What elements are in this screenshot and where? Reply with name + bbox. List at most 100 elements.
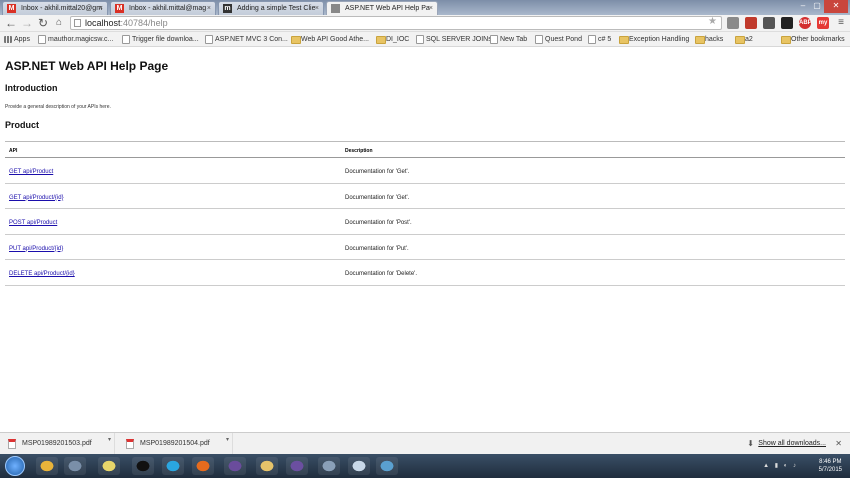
tab-close-icon[interactable]: × [207, 2, 211, 15]
download-filename: MSP01989201503.pdf [22, 440, 92, 447]
show-all-downloads-link[interactable]: ⬇ Show all downloads... [747, 433, 826, 455]
tab-close-icon[interactable]: × [99, 2, 103, 15]
product-heading: Product [5, 120, 40, 130]
tab-title: Adding a simple Test Clie [237, 5, 316, 12]
tab-close-icon[interactable]: × [429, 2, 433, 15]
address-bar[interactable]: localhost:40784/help [70, 16, 722, 30]
tab-title: ASP.NET Web API Help Pa [345, 5, 430, 12]
api-link[interactable]: POST api/Product [9, 220, 57, 226]
gmail-icon: M [7, 4, 16, 13]
api-description: Documentation for 'Put'. [345, 245, 409, 252]
network-icon[interactable] [64, 457, 86, 475]
api-table: API Description GET api/Product Documenta… [5, 141, 845, 286]
download-filename: MSP01989201504.pdf [140, 440, 210, 447]
minimize-button[interactable]: – [796, 0, 810, 13]
tab-title: Inbox - akhil.mittal@mag [129, 5, 207, 12]
close-window-button[interactable]: ✕ [824, 0, 848, 13]
api-link[interactable]: DELETE api/Product/{id} [9, 271, 75, 277]
table-row: DELETE api/Product/{id} Documentation for… [5, 260, 845, 286]
chrome-icon[interactable] [36, 457, 58, 475]
bookmark-item[interactable]: DI_IOC [376, 32, 409, 47]
gmail-icon: M [115, 4, 124, 13]
bookmark-item[interactable]: Quest Pond [535, 32, 582, 47]
api-link[interactable]: GET api/Product [9, 169, 53, 175]
page-title: ASP.NET Web API Help Page [5, 59, 169, 73]
menu-icon[interactable]: ≡ [834, 16, 848, 30]
bookmark-item[interactable]: a2 [735, 32, 753, 47]
api-column-header: API [9, 148, 18, 154]
description-column-header: Description [345, 148, 373, 154]
table-row: GET api/Product/{id} Documentation for 'G… [5, 184, 845, 209]
tab-4[interactable]: ASP.NET Web API Help Pa × [326, 1, 438, 15]
tools-icon[interactable] [318, 457, 340, 475]
bookmark-item[interactable]: Exception Handling [619, 32, 689, 47]
firefox-icon[interactable] [192, 457, 214, 475]
api-description: Documentation for 'Get'. [345, 194, 410, 201]
start-button[interactable] [5, 456, 25, 476]
tab-1[interactable]: M Inbox - akhil.mittal20@gm × [2, 1, 108, 15]
reload-button[interactable]: ↻ [36, 16, 50, 30]
visual-studio-icon[interactable] [286, 457, 308, 475]
bookmark-item[interactable]: c# 5 [588, 32, 611, 47]
download-menu-icon[interactable]: ▾ [108, 429, 111, 451]
table-row: PUT api/Product/{id} Documentation for 'P… [5, 235, 845, 260]
pdf-file-icon [126, 439, 134, 449]
tab-3[interactable]: m Adding a simple Test Clie × [218, 1, 324, 15]
extension-1-icon[interactable] [727, 17, 739, 29]
m-site-icon: m [223, 4, 232, 13]
download-item[interactable]: MSP01989201504.pdf ▾ [118, 433, 233, 455]
media-icon[interactable] [224, 457, 246, 475]
explorer-icon[interactable] [256, 457, 278, 475]
url-host: localhost [85, 18, 121, 28]
clock[interactable]: 8:46 PM 5/7/2015 [819, 458, 842, 474]
back-button[interactable]: ← [4, 16, 18, 30]
api-link[interactable]: GET api/Product/{id} [9, 195, 64, 201]
home-button[interactable]: ⌂ [52, 16, 66, 30]
page-icon [74, 19, 81, 27]
bookmark-item[interactable]: hacks [695, 32, 723, 47]
intro-text: Provide a general description of your AP… [5, 104, 111, 110]
downloads-bar: MSP01989201503.pdf ▾ MSP01989201504.pdf ▾ ⬇… [0, 432, 850, 455]
tab-strip: M Inbox - akhil.mittal20@gm × M Inbox - akhi… [0, 0, 850, 15]
tab-close-icon[interactable]: × [315, 2, 319, 15]
bookmark-item[interactable]: Other bookmarks [781, 32, 845, 47]
extension-2-icon[interactable] [745, 17, 757, 29]
show-all-label: Show all downloads... [758, 440, 826, 447]
table-row: GET api/Product Documentation for 'Get'. [5, 158, 845, 184]
bookmark-item[interactable]: mauthor.magicsw.c... [38, 32, 113, 47]
adblock-icon[interactable]: ABP [799, 17, 812, 29]
extension-4-icon[interactable] [781, 17, 793, 29]
system-tray-icons[interactable]: ▲ ▮ ◐ ♪ [763, 462, 798, 469]
sticky-notes-icon[interactable] [98, 457, 120, 475]
forward-button[interactable]: → [20, 16, 34, 30]
extension-3-icon[interactable] [763, 17, 775, 29]
browser-toolbar: ← → ↻ ⌂ localhost:40784/help ★ ABP my ≡ [0, 15, 850, 32]
close-downloads-icon[interactable]: ✕ [835, 433, 842, 455]
my-extension-icon[interactable]: my [817, 17, 829, 29]
tab-2[interactable]: M Inbox - akhil.mittal@mag × [110, 1, 216, 15]
paint-icon[interactable] [348, 457, 370, 475]
intro-heading: Introduction [5, 83, 58, 93]
page-icon [331, 4, 340, 13]
p-app-icon[interactable] [132, 457, 154, 475]
bookmark-item[interactable]: Trigger file downloa... [122, 32, 199, 47]
bookmark-item[interactable]: ASP.NET MVC 3 Con... [205, 32, 288, 47]
api-description: Documentation for 'Post'. [345, 220, 412, 226]
bookmark-item[interactable]: SQL SERVER JOINs [416, 32, 492, 47]
bookmark-item[interactable]: New Tab [490, 32, 527, 47]
api-link[interactable]: PUT api/Product/{id} [9, 246, 63, 252]
taskbar: ▲ ▮ ◐ ♪ 8:46 PM 5/7/2015 [0, 454, 850, 478]
download-menu-icon[interactable]: ▾ [226, 429, 229, 451]
maximize-button[interactable]: ▢ [810, 0, 824, 13]
bookmark-star-icon[interactable]: ★ [708, 16, 717, 27]
bookmark-item[interactable]: Apps [4, 32, 30, 47]
download-icon: ⬇ [747, 439, 754, 448]
skype-icon[interactable] [162, 457, 184, 475]
bookmark-item[interactable]: Web API Good Athe... [291, 32, 369, 47]
pdf-file-icon [8, 439, 16, 449]
clock-time: 8:46 PM [819, 459, 842, 465]
app-icon[interactable] [376, 457, 398, 475]
table-row: POST api/Product Documentation for 'Post'… [5, 209, 845, 235]
clock-date: 5/7/2015 [818, 467, 842, 473]
download-item[interactable]: MSP01989201503.pdf ▾ [0, 433, 115, 455]
